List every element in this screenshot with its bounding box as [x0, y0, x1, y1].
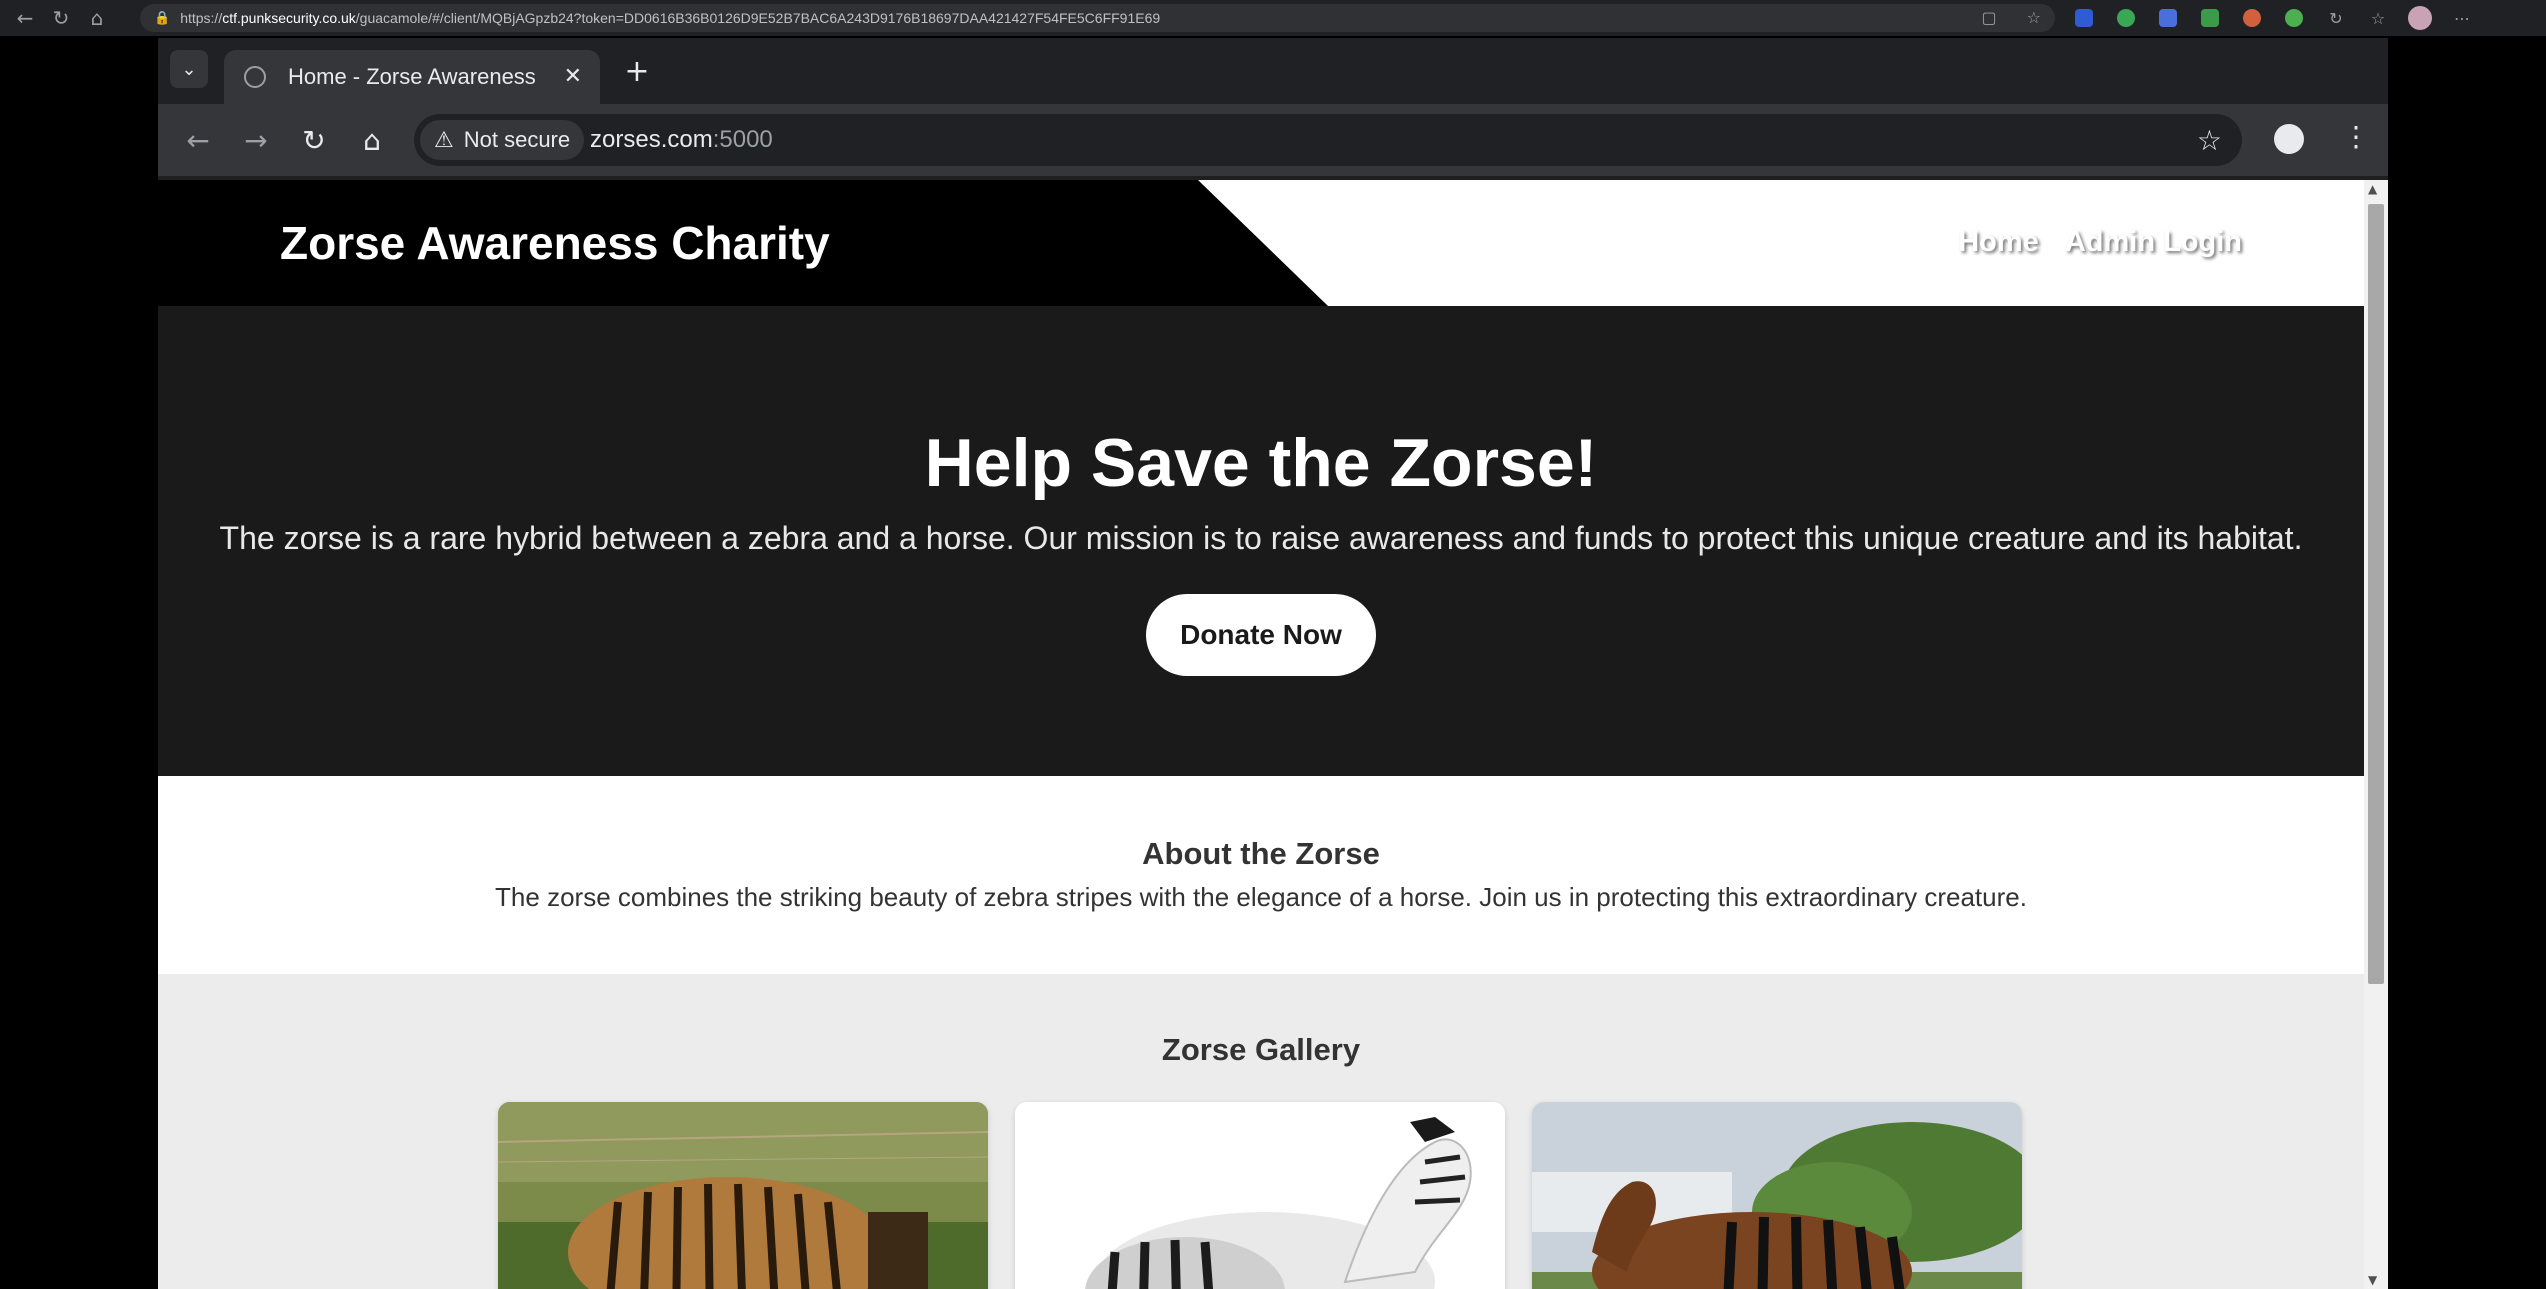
extension-icon[interactable] — [2196, 6, 2224, 30]
host-reload-icon[interactable]: ↻ — [46, 3, 76, 33]
host-profile-avatar[interactable] — [2406, 6, 2434, 30]
url-host: zorses.com — [590, 126, 713, 153]
host-more-icon[interactable]: ⋯ — [2448, 6, 2476, 30]
home-icon[interactable]: ⌂ — [352, 120, 392, 160]
tab-list-chevron-icon[interactable]: ⌄ — [170, 50, 208, 88]
host-url-prefix: https:// — [180, 10, 223, 26]
gallery-section: Zorse Gallery — [158, 974, 2364, 1289]
extension-icon[interactable] — [2238, 6, 2266, 30]
close-tab-icon[interactable]: ✕ — [564, 64, 582, 89]
site-brand: Zorse Awareness Charity — [280, 217, 830, 269]
host-star-icon[interactable]: ☆ — [2027, 8, 2041, 27]
tab-search-icon[interactable]: ▢ — [1982, 8, 1997, 27]
about-section: About the Zorse The zorse combines the s… — [158, 776, 2364, 974]
reload-icon[interactable]: ↻ — [294, 120, 334, 160]
gallery-image-zorse-brown[interactable] — [1532, 1102, 2022, 1289]
host-url-actions: ▢ ☆ — [1982, 8, 2041, 27]
host-extensions: ↻ ☆ ⋯ — [2070, 4, 2476, 32]
address-url[interactable]: zorses.com:5000 — [590, 126, 773, 154]
security-label: Not secure — [463, 127, 571, 152]
nav-admin-login-link[interactable]: Admin Login — [2065, 226, 2242, 259]
bookmark-star-icon[interactable]: ☆ — [2197, 124, 2222, 157]
sync-icon[interactable]: ↻ — [2322, 6, 2350, 30]
lock-icon: 🔒 — [154, 10, 171, 26]
host-address-bar[interactable]: 🔒 https://ctf.punksecurity.co.uk/guacamo… — [140, 4, 2055, 32]
back-arrow-icon[interactable]: ← — [178, 120, 218, 160]
browser-toolbar: ← → ↻ ⌂ ⚠ Not secure zorses.com:5000 ☆ ⋮ — [158, 104, 2388, 176]
more-menu-icon[interactable]: ⋮ — [2342, 120, 2370, 153]
scrollbar-thumb[interactable] — [2368, 204, 2384, 984]
tab-strip: ⌄ Home - Zorse Awareness ✕ + — [158, 38, 2388, 104]
extension-icon[interactable] — [2280, 6, 2308, 30]
profile-avatar-icon[interactable] — [2274, 124, 2304, 154]
gallery-image-zorse-white[interactable] — [1015, 1102, 1505, 1289]
host-home-icon[interactable]: ⌂ — [82, 3, 112, 33]
zorse-white-picture — [1015, 1102, 1505, 1289]
host-url-domain: ctf.punksecurity.co.uk — [222, 10, 356, 26]
extension-icon[interactable] — [2112, 6, 2140, 30]
hero-title: Help Save the Zorse! — [924, 425, 1598, 501]
scroll-down-arrow-icon[interactable]: ▼ — [2368, 1273, 2377, 1287]
page-viewport: Zorse Awareness Charity Home Admin Login… — [158, 180, 2364, 1289]
hero-section: Help Save the Zorse! The zorse is a rare… — [158, 306, 2364, 776]
gallery-title: Zorse Gallery — [1161, 1032, 1361, 1067]
url-port: :5000 — [712, 126, 773, 153]
host-url-path: /guacamole/#/client/MQBjAGpzb24?token=DD… — [355, 10, 1161, 26]
tab-title: Home - Zorse Awareness — [288, 64, 536, 89]
page-scrollbar[interactable]: ▲ ▼ — [2364, 180, 2388, 1289]
new-tab-plus-icon[interactable]: + — [618, 52, 656, 90]
about-text: The zorse combines the striking beauty o… — [495, 882, 2027, 912]
extension-icon[interactable] — [2070, 6, 2098, 30]
extension-icon[interactable] — [2154, 6, 2182, 30]
site-header: Zorse Awareness Charity Home Admin Login — [158, 180, 2364, 306]
scroll-up-arrow-icon[interactable]: ▲ — [2368, 182, 2377, 196]
nav-home-link[interactable]: Home — [1958, 226, 2039, 259]
globe-icon — [244, 66, 266, 88]
about-title: About the Zorse — [1142, 836, 1380, 871]
donate-button[interactable]: Donate Now — [1146, 594, 1376, 676]
inner-browser-window: ⌄ Home - Zorse Awareness ✕ + ← → ↻ ⌂ ⚠ N… — [158, 38, 2388, 1289]
address-bar[interactable]: ⚠ Not secure zorses.com:5000 ☆ — [414, 114, 2242, 166]
zorse-grazing-picture — [498, 1102, 988, 1289]
host-nav: ← ↻ ⌂ — [0, 3, 112, 33]
favorites-icon[interactable]: ☆ — [2364, 6, 2392, 30]
host-back-icon[interactable]: ← — [10, 3, 40, 33]
zorse-brown-picture — [1532, 1102, 2022, 1289]
security-chip[interactable]: ⚠ Not secure — [420, 120, 585, 160]
active-tab[interactable]: Home - Zorse Awareness ✕ — [224, 50, 600, 104]
warning-icon: ⚠ — [434, 127, 454, 153]
host-browser-bar: ← ↻ ⌂ 🔒 https://ctf.punksecurity.co.uk/g… — [0, 0, 2546, 36]
gallery-image-zorse-grazing[interactable] — [498, 1102, 988, 1289]
forward-arrow-icon[interactable]: → — [236, 120, 276, 160]
site-nav: Home Admin Login — [1958, 226, 2242, 259]
hero-text: The zorse is a rare hybrid between a zeb… — [219, 520, 2303, 556]
